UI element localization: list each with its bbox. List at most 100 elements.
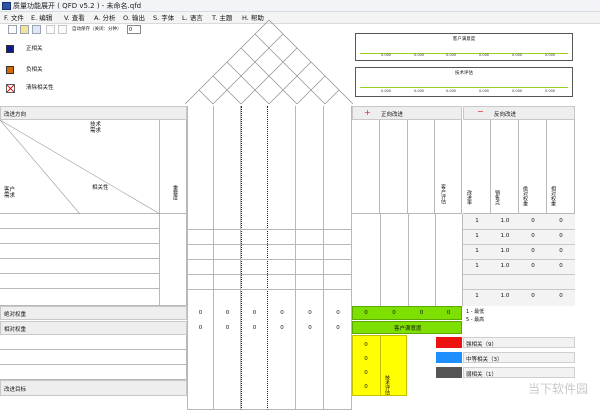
green-value: 0 — [419, 310, 424, 316]
tech-eval-panel: 技术评估 0.000 0.000 0.000 0.000 0.000 0.000 — [355, 67, 573, 97]
cust-req-row[interactable] — [0, 289, 160, 306]
value-cell: 0 — [531, 218, 535, 224]
value-cell[interactable]: 1.0 — [491, 248, 519, 254]
redo-icon[interactable] — [58, 25, 67, 34]
abs-weight-row-label: 绝对权重 — [4, 312, 27, 318]
cust-req-row[interactable] — [0, 244, 160, 259]
value-cell[interactable]: 1.0 — [491, 218, 519, 224]
value-cell: 0 — [559, 263, 563, 269]
value-cell[interactable]: 1.0 — [491, 233, 519, 239]
eval-line — [380, 214, 381, 306]
tech-eval-tick: 0.000 — [512, 89, 523, 93]
plus-icon: + — [364, 108, 371, 117]
menu-font[interactable]: S. 字体 — [153, 12, 174, 24]
row-line — [187, 229, 352, 230]
tech-col-1[interactable] — [187, 106, 214, 410]
tech-eval-tick: 0.000 — [479, 89, 490, 93]
satisfaction-panel-title: 客户满意度 — [452, 37, 476, 42]
toolbar: 自动保存（关闭：分钟） 0 — [0, 24, 141, 36]
rel-weight-value: 0 — [308, 325, 312, 331]
value-cell: 0 — [559, 218, 563, 224]
positive-swatch — [6, 45, 14, 53]
open-folder-icon[interactable] — [20, 25, 29, 34]
tech-col-4[interactable] — [268, 106, 296, 410]
importance-cells[interactable] — [160, 214, 187, 306]
value-cell[interactable]: 1 — [463, 218, 491, 224]
legend-positive-label: 正相关 — [26, 46, 43, 52]
menu-file[interactable]: F. 文件 — [4, 12, 24, 24]
row-line — [187, 274, 352, 275]
rel-weight-label: 相对权重 — [550, 186, 556, 206]
row-line — [187, 244, 352, 245]
abs-weight-label: 绝对权重 — [522, 186, 528, 206]
value-cell[interactable]: 1 — [463, 248, 491, 254]
autosave-input[interactable]: 0 — [127, 25, 141, 34]
target-row — [0, 380, 187, 396]
abs-weight-row — [0, 306, 187, 320]
tech-eval-panel-title: 技术评估 — [455, 71, 473, 76]
minus-icon: − — [477, 107, 484, 116]
autosave-label: 自动保存（关闭：分钟） — [72, 27, 122, 32]
value-cell[interactable]: 1 — [463, 233, 491, 239]
scale-min: 1 - 最低 — [466, 309, 485, 315]
row-line — [187, 259, 352, 260]
green-value: 0 — [364, 310, 368, 316]
value-cell[interactable]: 1 — [463, 263, 491, 269]
abs-weight-value: 0 — [280, 310, 284, 316]
tech-col-6[interactable] — [324, 106, 352, 410]
eval-line — [408, 214, 409, 306]
abs-weight-value: 0 — [225, 310, 230, 316]
menu-analyze[interactable]: A. 分析 — [94, 12, 115, 24]
tech-eval-vertical-label: 技术评估 — [384, 375, 390, 395]
reverse-improve-label: 反向改进 — [494, 112, 517, 118]
row-line — [187, 289, 352, 290]
undo-icon[interactable] — [46, 25, 55, 34]
correlation-roof[interactable] — [185, 20, 353, 106]
menu-edit[interactable]: E. 编辑 — [31, 12, 52, 24]
satisfaction-bar-label: 客户满意度 — [394, 326, 422, 332]
satisfaction-axis — [360, 53, 568, 54]
value-cell: 0 — [531, 248, 535, 254]
importance-label: 重要度 — [172, 185, 178, 200]
cust-req-row[interactable] — [0, 274, 160, 289]
tech-eval-axis — [360, 87, 568, 88]
satisfaction-panel: 客户满意度 0.000 0.000 0.000 0.000 0.000 0.00… — [355, 33, 573, 61]
tech-col-5[interactable] — [296, 106, 324, 410]
new-file-icon[interactable] — [8, 25, 17, 34]
app-icon — [2, 2, 11, 10]
cust-req-label: 客户 需求 — [4, 187, 16, 199]
row-line — [463, 244, 575, 245]
negative-swatch — [6, 66, 14, 74]
strong-label: 强相关（9） — [466, 342, 497, 348]
tech-eval-tick: 0.000 — [381, 89, 392, 93]
save-icon[interactable] — [32, 25, 41, 34]
value-cell: 0 — [531, 233, 535, 239]
cust-req-row[interactable] — [0, 229, 160, 244]
menu-view[interactable]: V. 查看 — [64, 12, 85, 24]
customer-eval-label: 客户评估 — [440, 184, 446, 204]
target-label: 改进目标 — [4, 387, 27, 393]
diagonal-lines — [0, 120, 160, 214]
value-cell[interactable]: 1 — [463, 293, 491, 299]
weak-swatch — [436, 367, 462, 378]
tech-req-label: 技术 需求 — [90, 122, 102, 134]
rel-weight-row — [0, 321, 187, 335]
value-cell[interactable]: 1.0 — [491, 263, 519, 269]
tech-col-3[interactable] — [241, 106, 268, 410]
menu-export[interactable]: O. 输出 — [123, 12, 145, 24]
eval-col-1 — [352, 120, 380, 214]
abs-weight-value: 0 — [252, 310, 257, 316]
tech-col-2[interactable] — [214, 106, 241, 410]
strong-swatch — [436, 337, 462, 348]
scale-max: 5 - 最高 — [466, 317, 485, 323]
bottom-row — [0, 350, 187, 365]
cust-req-row[interactable] — [0, 214, 160, 229]
satisfaction-tick: 0.000 — [512, 53, 523, 57]
clear-x-icon — [6, 84, 15, 93]
abs-weight-value: 0 — [308, 310, 312, 316]
weak-label: 弱相关（1） — [466, 372, 497, 378]
value-cell: 0 — [531, 263, 535, 269]
correlation-label: 相关性 — [92, 185, 109, 191]
cust-req-row[interactable] — [0, 259, 160, 274]
value-cell[interactable]: 1.0 — [491, 293, 519, 299]
